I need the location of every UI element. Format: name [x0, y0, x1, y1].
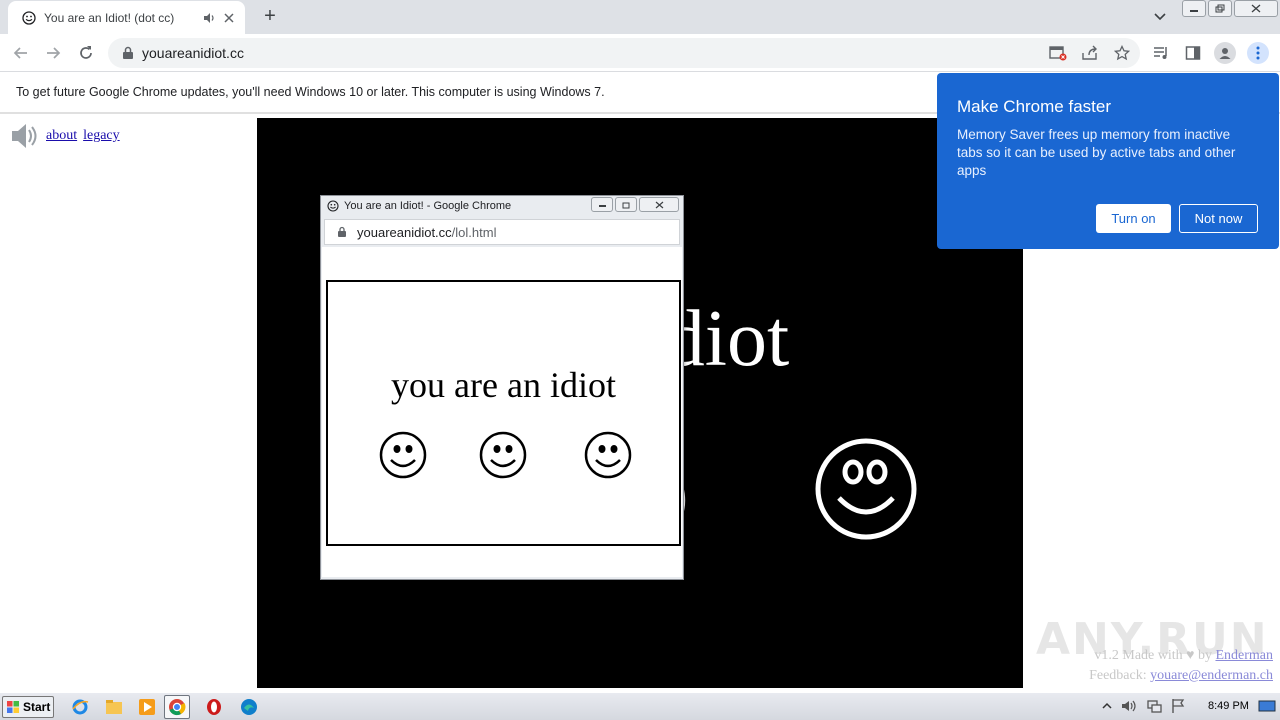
- start-button[interactable]: Start: [2, 696, 54, 718]
- memory-saver-bubble: Make Chrome faster Memory Saver frees up…: [937, 73, 1279, 249]
- side-panel-icon[interactable]: [1182, 42, 1204, 64]
- popup-title: You are an Idiot! - Google Chrome: [344, 200, 512, 212]
- browser-toolbar: youareanidiot.cc: [0, 34, 1280, 72]
- smiley-favicon-icon: [22, 10, 36, 25]
- legacy-link[interactable]: legacy: [83, 128, 120, 144]
- edge-taskbar-icon[interactable]: [236, 695, 262, 719]
- chrome-menu-icon[interactable]: [1247, 42, 1269, 64]
- big-smiley-icon: [815, 438, 917, 540]
- windows-taskbar: Start 8:49 PM: [0, 692, 1280, 720]
- forward-button[interactable]: [42, 42, 64, 64]
- profile-avatar-icon[interactable]: [1214, 42, 1236, 64]
- minimize-button[interactable]: [1182, 0, 1206, 17]
- popup-url-host: youareanidiot.cc: [357, 224, 452, 240]
- address-url: youareanidiot.cc: [142, 45, 244, 61]
- media-controls-icon[interactable]: [1150, 42, 1172, 64]
- about-link[interactable]: about: [46, 128, 77, 144]
- smiley-icon: [479, 431, 527, 479]
- popup-lock-icon: [338, 226, 346, 237]
- action-center-flag-icon[interactable]: [1170, 698, 1186, 714]
- system-tray: [1102, 698, 1186, 714]
- ie-taskbar-icon[interactable]: [67, 695, 93, 719]
- reload-button[interactable]: [75, 42, 97, 64]
- explorer-taskbar-icon[interactable]: [101, 695, 127, 719]
- credit-line-2: Feedback: youare@enderman.ch: [1089, 668, 1273, 683]
- smiley-icon: [584, 431, 632, 479]
- speaker-icon[interactable]: [8, 120, 40, 152]
- tab-strip: You are an Idiot! (dot cc) +: [0, 0, 1280, 34]
- author-link[interactable]: Enderman: [1215, 648, 1273, 663]
- bookmark-star-icon[interactable]: [1111, 42, 1133, 64]
- back-button[interactable]: [10, 42, 32, 64]
- bubble-title: Make Chrome faster: [957, 97, 1111, 116]
- infobar-message: To get future Google Chrome updates, you…: [16, 85, 605, 99]
- credit-line-1: v1.2 Made with ♥ by Enderman: [1094, 648, 1273, 663]
- media-player-taskbar-icon[interactable]: [134, 695, 160, 719]
- popup-window[interactable]: You are an Idiot! - Google Chrome youare…: [320, 195, 684, 580]
- close-window-button[interactable]: [1234, 0, 1278, 17]
- opera-taskbar-icon[interactable]: [201, 695, 227, 719]
- popup-address-bar[interactable]: youareanidiot.cc/lol.html: [324, 219, 680, 245]
- page-links: about legacy: [8, 120, 120, 152]
- restore-button[interactable]: [1208, 0, 1232, 17]
- popup-idiot-text: you are an idiot: [391, 365, 616, 405]
- tray-expand-icon[interactable]: [1102, 701, 1112, 711]
- feedback-email-link[interactable]: youare@enderman.ch: [1150, 668, 1273, 683]
- tab-title: You are an Idiot! (dot cc): [44, 10, 175, 25]
- bubble-body: Memory Saver frees up memory from inacti…: [957, 127, 1236, 178]
- share-icon[interactable]: [1079, 42, 1101, 64]
- popup-blocked-icon[interactable]: [1047, 42, 1069, 64]
- tab-close-icon[interactable]: [221, 10, 237, 26]
- popup-content: you are an idiot: [322, 247, 682, 577]
- windows-flag-icon: [7, 701, 19, 713]
- popup-title-bar[interactable]: You are an Idiot! - Google Chrome: [327, 200, 511, 212]
- start-label: Start: [23, 700, 51, 714]
- popup-url-path: /lol.html: [451, 224, 497, 240]
- turn-on-button[interactable]: Turn on: [1096, 204, 1171, 233]
- footer-credit: v1.2 Made with ♥ by Enderman Feedback: y…: [1089, 646, 1273, 686]
- network-icon[interactable]: [1146, 698, 1162, 714]
- tab-audio-icon[interactable]: [201, 10, 217, 26]
- show-desktop-icon[interactable]: [1258, 698, 1276, 714]
- popup-window-controls: [591, 197, 679, 212]
- lock-icon: [123, 46, 133, 59]
- not-now-button[interactable]: Not now: [1179, 204, 1258, 233]
- window-controls: [1182, 0, 1278, 17]
- popup-smiley-favicon-icon: [327, 200, 339, 212]
- popup-idiot-frame: you are an idiot: [326, 280, 681, 546]
- chrome-taskbar-icon[interactable]: [164, 695, 190, 719]
- smiley-icon: [379, 431, 427, 479]
- address-bar[interactable]: youareanidiot.cc: [108, 38, 1140, 68]
- popup-close-button[interactable]: [639, 197, 679, 212]
- popup-restore-button[interactable]: [615, 197, 637, 212]
- new-tab-button[interactable]: +: [258, 6, 282, 28]
- volume-icon[interactable]: [1120, 698, 1138, 714]
- browser-tab[interactable]: You are an Idiot! (dot cc): [8, 1, 245, 34]
- taskbar-clock[interactable]: 8:49 PM: [1208, 700, 1249, 712]
- popup-minimize-button[interactable]: [591, 197, 613, 212]
- tab-search-chevron-icon[interactable]: [1150, 8, 1170, 26]
